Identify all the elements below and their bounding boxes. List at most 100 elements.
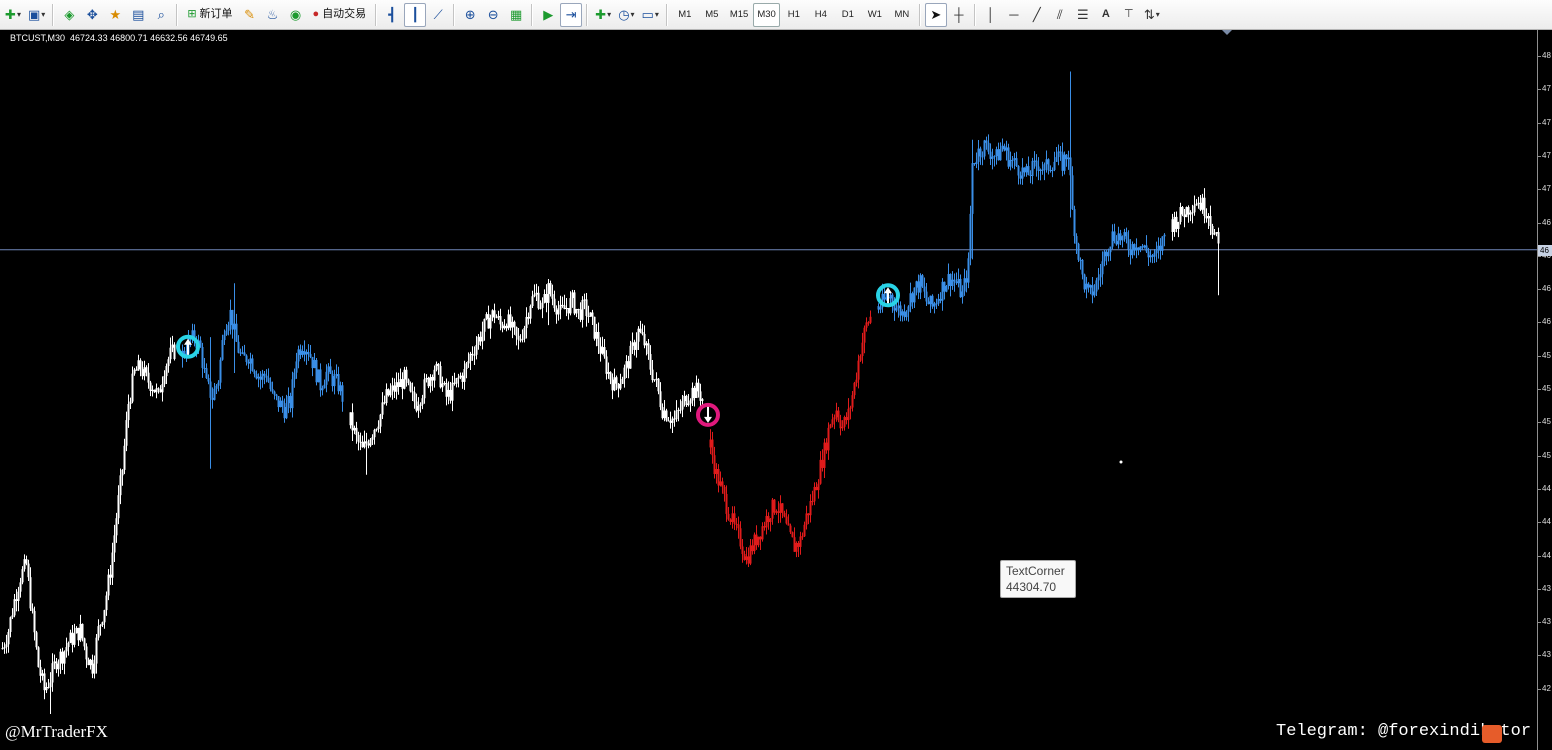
candle-body (981, 156, 984, 158)
candle-body (1103, 251, 1106, 262)
vps-button[interactable]: ◉ (285, 3, 307, 27)
candle-body (139, 360, 142, 370)
candle-body (969, 213, 972, 259)
candle-body (589, 312, 592, 317)
candle-body (101, 622, 104, 625)
axis-price-label: 47 (1542, 150, 1551, 160)
timeframe-m30[interactable]: M30 (753, 2, 780, 27)
timeframe-mn[interactable]: MN (889, 3, 915, 27)
candle-body (229, 309, 232, 326)
candle-body (577, 309, 580, 311)
crosshair-tool-button[interactable]: ┼ (948, 3, 970, 27)
fibonacci-button[interactable]: ☰ (1072, 3, 1094, 27)
timeframe-m1[interactable]: M1 (672, 3, 698, 27)
timeframe-w1[interactable]: W1 (862, 3, 888, 27)
auto-trading-button[interactable]: ● 自动交易 (308, 3, 372, 27)
bar-chart-button[interactable]: ┫ (381, 3, 403, 27)
candle-body (485, 314, 488, 319)
object-anchor-dot[interactable] (1119, 460, 1123, 464)
timeframe-m5[interactable]: M5 (699, 3, 725, 27)
cursor-tool-button[interactable]: ➤ (924, 2, 947, 27)
arrows-button[interactable]: ⇅ ▾ (1141, 3, 1163, 27)
candle-body (1199, 202, 1202, 210)
sell-arrow-icon[interactable] (696, 402, 720, 427)
timeframe-h1[interactable]: H1 (781, 3, 807, 27)
candle-body (487, 314, 490, 329)
horizontal-line-button[interactable]: ─ (1003, 3, 1025, 27)
price-axis[interactable]: 48 47 47 47 47 46 46 46 46 45 45 45 45 44 44 44 43 43 43 42… (1537, 30, 1552, 750)
candle-body (1151, 255, 1154, 257)
new-order-button[interactable]: ⊞ 新订单 (182, 3, 237, 27)
candle-body (119, 475, 122, 496)
candle-body (89, 659, 92, 666)
tooltip-title: TextCorner (1006, 564, 1065, 578)
axis-tick (1538, 222, 1541, 224)
text-tool-button[interactable]: A (1095, 3, 1117, 27)
candlestick-button[interactable]: ┃ (404, 2, 427, 27)
candle-body (269, 381, 272, 390)
chevron-down-icon: ▾ (654, 9, 659, 19)
candle-body (927, 301, 930, 305)
price-chart[interactable] (0, 30, 1537, 750)
buy-arrow-icon[interactable] (876, 283, 900, 308)
candle-body (807, 513, 810, 516)
new-chart-button[interactable]: ✚ ▾ (2, 3, 24, 27)
vertical-line-button[interactable]: │ (980, 3, 1002, 27)
zoom-in-button[interactable]: ⊕ (459, 3, 481, 27)
terminal-button[interactable]: ▤ (127, 3, 149, 27)
candle-body (1139, 246, 1142, 251)
zoom-out-button[interactable]: ⊖ (482, 3, 504, 27)
templates-button[interactable]: ▭ ▾ (639, 3, 662, 27)
timeframe-d1[interactable]: D1 (835, 3, 861, 27)
symbol-timeframe: BTCUST,M30 (10, 33, 66, 43)
candle-body (1145, 245, 1148, 252)
axis-price-label: 44 (1542, 483, 1551, 493)
axis-price-label: 47 (1542, 117, 1551, 127)
auto-scroll-button[interactable]: ▶ (537, 3, 559, 27)
tile-windows-button[interactable]: ▦ (505, 3, 527, 27)
candle-body (895, 308, 898, 311)
buy-arrow-icon[interactable] (176, 334, 200, 359)
candle-body (1213, 233, 1216, 235)
candle-body (299, 349, 302, 355)
candle-body (219, 359, 222, 383)
text-label-button[interactable]: ⊤ (1118, 3, 1140, 27)
metaeditor-button[interactable]: ✎ (239, 3, 261, 27)
candle-body (967, 258, 970, 283)
chart-shift-marker[interactable] (1222, 30, 1232, 35)
watermark-left: @MrTraderFX (5, 722, 108, 741)
candle-body (771, 499, 774, 519)
market-watch-button[interactable]: ◈ (58, 3, 80, 27)
candle-body (901, 311, 904, 316)
candle-body (865, 322, 868, 328)
signals-button[interactable]: ♨ (262, 3, 284, 27)
line-chart-button[interactable]: ⟋ (427, 3, 449, 27)
profiles-button[interactable]: ▣ ▾ (25, 3, 48, 27)
candle-body (555, 308, 558, 315)
timeframe-h4[interactable]: H4 (808, 3, 834, 27)
trendline-button[interactable]: ╱ (1026, 3, 1048, 27)
candle-body (943, 281, 946, 292)
arrow-down-icon (704, 406, 712, 423)
data-window-button[interactable]: ✥ (81, 3, 103, 27)
equidistant-channel-button[interactable]: ⫽ (1049, 3, 1071, 27)
candle-body (31, 608, 34, 611)
toolbar-separator (453, 3, 456, 26)
chart-shift-button[interactable]: ⇥ (560, 2, 583, 27)
navigator-button[interactable]: ★ (104, 3, 126, 27)
periods-button[interactable]: ◷ ▾ (615, 3, 637, 27)
candle-body (579, 309, 582, 320)
candle-body (919, 275, 922, 293)
candle-body (989, 151, 992, 159)
candle-body (979, 148, 982, 157)
candle-body (215, 385, 218, 389)
strategy-tester-button[interactable]: ⌕ (150, 3, 172, 27)
timeframe-m15[interactable]: M15 (726, 3, 752, 27)
chart-window[interactable]: BTCUST,M30 46724.33 46800.71 46632.56 46… (0, 30, 1552, 750)
indicators-button[interactable]: ✚ ▾ (592, 3, 614, 27)
candle-body (841, 426, 844, 429)
candle-body (451, 382, 454, 401)
candle-body (67, 642, 70, 648)
candle-body (355, 427, 358, 435)
candle-body (467, 360, 470, 364)
